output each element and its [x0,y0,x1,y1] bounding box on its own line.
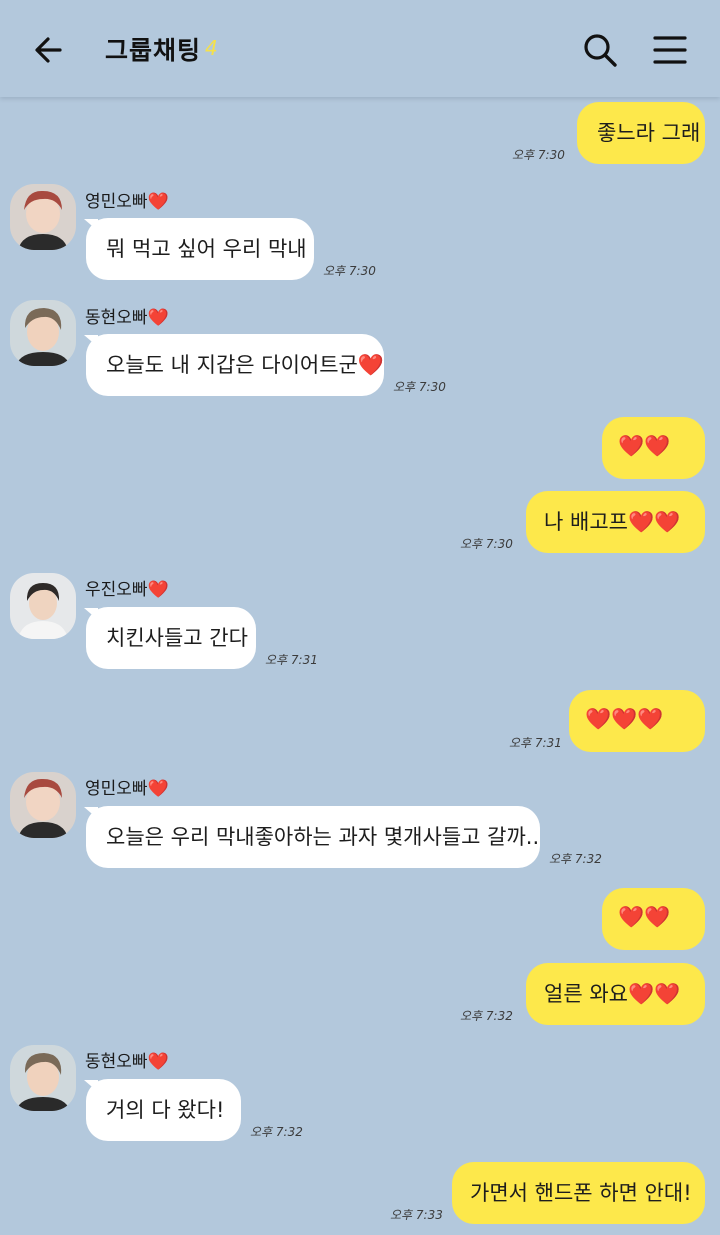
member-count: 4 [205,36,218,60]
message-time: 오후 7:32 [250,1125,303,1139]
search-icon[interactable] [580,30,620,70]
avatar-donghyun[interactable] [10,300,76,366]
sender-name: 영민오빠❤️ [85,779,169,799]
sender-name: 우진오빠❤️ [85,580,169,600]
message-time: 오후 7:30 [460,537,513,551]
other-message-bubble[interactable]: 오늘도 내 지갑은 다이어트군❤️ [86,334,384,396]
sender-name: 영민오빠❤️ [85,192,169,212]
message-time: 오후 7:31 [509,736,562,750]
my-message-bubble[interactable]: ❤️❤️ [602,888,705,950]
other-message-bubble[interactable]: 치킨사들고 간다 [86,607,256,669]
sender-name: 동현오빠❤️ [85,308,169,328]
other-message-bubble[interactable]: 오늘은 우리 막내좋아하는 과자 몇개사들고 갈까... [86,806,540,868]
message-time: 오후 7:30 [512,148,565,162]
my-message-bubble[interactable]: 가면서 핸드폰 하면 안대! [452,1162,705,1224]
avatar-woojin[interactable] [10,573,76,639]
my-message-bubble[interactable]: ❤️❤️ [602,417,705,479]
other-message-bubble[interactable]: 거의 다 왔다! [86,1079,241,1141]
my-message-bubble[interactable]: 나 배고프❤️❤️ [526,491,705,553]
avatar-yeongmin[interactable] [10,184,76,250]
menu-icon[interactable] [650,30,690,70]
my-message-bubble[interactable]: 좋느라 그래 [577,102,705,164]
message-time: 오후 7:33 [390,1208,443,1222]
message-time: 오후 7:32 [460,1009,513,1023]
my-message-bubble[interactable]: 얼른 와요❤️❤️ [526,963,705,1025]
avatar-donghyun[interactable] [10,1045,76,1111]
chat-title: 그룹채팅 [105,36,202,65]
back-arrow-icon[interactable] [30,30,70,70]
message-time: 오후 7:30 [323,264,376,278]
my-message-bubble[interactable]: ❤️❤️❤️ [569,690,705,752]
message-time: 오후 7:32 [549,852,602,866]
message-time: 오후 7:31 [265,653,318,667]
avatar-yeongmin[interactable] [10,772,76,838]
chat-header: 그룹채팅 4 [0,0,720,97]
sender-name: 동현오빠❤️ [85,1052,169,1072]
other-message-bubble[interactable]: 뭐 먹고 싶어 우리 막내 [86,218,314,280]
message-time: 오후 7:30 [393,380,446,394]
